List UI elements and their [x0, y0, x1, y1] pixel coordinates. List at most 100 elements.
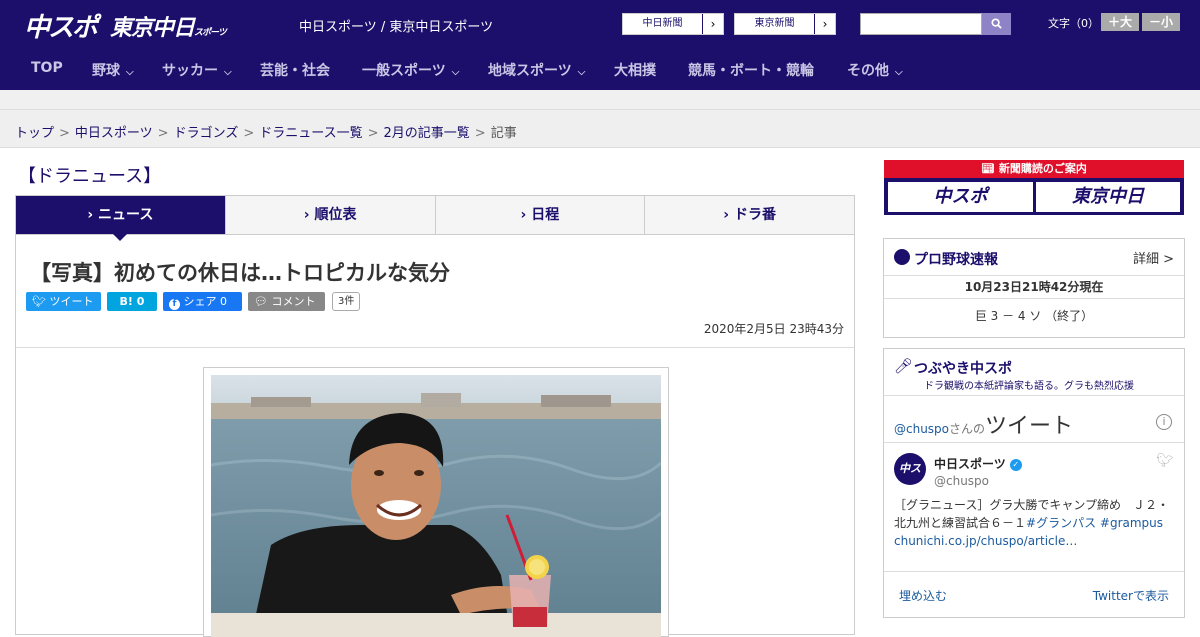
font-size-label: 文字（0）	[1048, 17, 1099, 30]
tweet-user-name-text: 中日スポーツ	[934, 457, 1006, 471]
font-bigger-button[interactable]: ＋大	[1101, 13, 1139, 31]
tab-label: 順位表	[314, 207, 357, 223]
search-icon	[991, 18, 1002, 29]
newspaper-icon: 📰︎	[981, 162, 996, 175]
search-button[interactable]	[982, 13, 1011, 35]
breadcrumb-dragons[interactable]: ドラゴンズ	[174, 126, 239, 141]
baseball-score-panel: プロ野球速報 詳細 > 10月23日21時42分現在 巨 3 － 4 ソ （終了…	[883, 238, 1185, 338]
tweet-user-handle[interactable]: @chuspo	[934, 474, 989, 488]
chevron-down-icon: ⌵	[126, 67, 134, 78]
nav-item-baseball[interactable]: 野球 ⌵	[92, 60, 134, 80]
timeline-account-link[interactable]: @chuspo	[894, 422, 949, 436]
tweet-panel-title: つぶやき中スポ	[914, 361, 1012, 377]
breadcrumb-separator: >	[59, 126, 70, 141]
tokyo-chunichi-logo[interactable]: 東京中日スポーツ	[110, 10, 227, 42]
timeline-account-suffix: さんの	[949, 422, 986, 436]
twitter-timeline-embed: @chuspoさんのツイート i 中ス 中日スポーツ ✓ @chuspo 🐦︎ ［…	[883, 395, 1185, 618]
hatena-bookmark-button[interactable]: B! 0	[107, 292, 157, 311]
article-datetime: 2020年2月5日 23時43分	[703, 322, 844, 336]
chuspo-logo[interactable]: 中スポ	[24, 7, 98, 44]
nav-label: 大相撲	[614, 63, 656, 79]
twitter-bird-icon[interactable]: 🐦︎	[1156, 453, 1174, 469]
nav-item-other[interactable]: その他 ⌵	[847, 60, 903, 80]
chevron-right-icon: ›	[723, 207, 734, 223]
chevron-down-icon: ⌵	[224, 67, 232, 78]
breadcrumb-separator: >	[474, 126, 486, 141]
tab-news[interactable]: › ニュース	[16, 196, 226, 241]
top-header: 中スポ 東京中日スポーツ 中日スポーツ / 東京中日スポーツ 中日新聞 › 東京…	[0, 0, 1200, 48]
tab-label: ニュース	[98, 207, 154, 223]
nav-label: 地域スポーツ	[488, 63, 572, 79]
speech-bubble-icon: 💬︎	[254, 295, 268, 308]
section-title: 【ドラニュース】	[18, 166, 162, 187]
chevron-down-icon: ⌵	[895, 67, 903, 78]
breadcrumb-dranews-list[interactable]: ドラニュース一覧	[259, 126, 362, 141]
tab-reporter[interactable]: › ドラ番	[645, 196, 854, 234]
tokyo-shimbun-link[interactable]: 東京新聞 ›	[734, 13, 836, 35]
facebook-share-label: シェア 0	[183, 295, 228, 308]
tab-label: 日程	[531, 207, 560, 223]
embed-link[interactable]: 埋め込む	[899, 587, 947, 604]
subscribe-chuspo-link[interactable]: 中スポ	[888, 182, 1033, 212]
breadcrumb-feb-articles[interactable]: 2月の記事一覧	[384, 126, 470, 141]
chevron-right-icon: ›	[520, 207, 532, 223]
hashtag-link[interactable]: #グランパス	[1026, 516, 1096, 530]
divider	[884, 442, 1184, 443]
info-icon[interactable]: i	[1156, 414, 1172, 430]
comment-count[interactable]: 3件	[332, 292, 361, 311]
nav-spacer	[0, 90, 1200, 110]
tweet-label: ツイート	[49, 295, 94, 308]
nav-item-soccer[interactable]: サッカー ⌵	[162, 60, 232, 80]
divider	[884, 571, 1184, 572]
chunichi-shimbun-link[interactable]: 中日新聞 ›	[622, 13, 724, 35]
nav-label: 競馬・ボート・競輪	[688, 63, 814, 79]
breadcrumb: トップ > 中日スポーツ > ドラゴンズ > ドラニュース一覧 >2月の記事一覧 > 記事	[0, 110, 1200, 148]
chevron-down-icon: ⌵	[577, 67, 586, 78]
nav-item-general-sports[interactable]: 一般スポーツ ⌵	[362, 60, 459, 80]
nav-label: 野球	[92, 63, 120, 79]
baseball-icon	[894, 249, 910, 265]
view-on-twitter-link[interactable]: Twitterで表示	[1093, 587, 1169, 604]
tweet-button[interactable]: 🐦︎ ツイート	[26, 292, 101, 311]
tab-standings[interactable]: › 順位表	[226, 196, 436, 234]
game-score[interactable]: 巨 3 － 4 ソ （終了）	[884, 307, 1184, 324]
baseball-detail-link[interactable]: 詳細 >	[1133, 248, 1174, 267]
hashtag-link[interactable]: #grampus	[1100, 516, 1163, 530]
subscription-header-label: 新聞購読のご案内	[998, 162, 1087, 175]
baseball-panel-title: プロ野球速報	[914, 252, 998, 268]
main-nav: TOP 野球 ⌵ サッカー ⌵ 芸能・社会 一般スポーツ ⌵ 地域スポーツ ⌵ 大相撲 …	[0, 48, 1200, 90]
comment-button[interactable]: 💬︎ コメント	[248, 292, 325, 311]
facebook-share-button[interactable]: f シェア 0	[163, 292, 242, 311]
nav-item-racing[interactable]: 競馬・ボート・競輪	[688, 60, 814, 80]
nav-label: サッカー	[162, 63, 218, 79]
site-name: 中日スポーツ / 東京中日スポーツ	[299, 20, 494, 35]
chevron-right-icon: ›	[87, 207, 99, 223]
avatar[interactable]: 中ス	[894, 453, 926, 485]
tweet-user-name[interactable]: 中日スポーツ ✓	[934, 455, 1022, 472]
chevron-right-icon: ›	[710, 17, 716, 31]
breadcrumb-chuspo[interactable]: 中日スポーツ	[75, 126, 153, 141]
section-tabs: › ニュース › 順位表 › 日程 › ドラ番	[15, 195, 855, 241]
nav-label: 芸能・社会	[260, 63, 330, 79]
tweet-panel-subtitle: ドラ観戦の本紙評論家も語る。グラも熱烈応援	[924, 381, 1134, 392]
article-photo[interactable]	[211, 375, 661, 637]
nav-item-sumo[interactable]: 大相撲	[614, 60, 656, 80]
nav-label: 一般スポーツ	[362, 63, 446, 79]
article-headline: 【写真】初めての休日は…トロピカルな気分	[30, 261, 450, 285]
subscribe-tokyo-chunichi-link[interactable]: 東京中日	[1036, 182, 1180, 212]
tweet-article-link[interactable]: chunichi.co.jp/chuspo/article…	[894, 534, 1077, 548]
photo-image	[211, 375, 661, 637]
nav-item-top[interactable]: TOP	[31, 60, 63, 76]
twitter-bird-icon: 🐦︎	[32, 295, 46, 308]
search-input[interactable]	[860, 13, 982, 35]
tab-schedule[interactable]: › 日程	[436, 196, 646, 234]
chunichi-shimbun-label: 中日新聞	[623, 14, 703, 34]
nav-item-entertainment[interactable]: 芸能・社会	[260, 60, 330, 80]
article-photo-frame	[203, 367, 669, 637]
font-smaller-button[interactable]: －小	[1142, 13, 1180, 31]
verified-badge-icon: ✓	[1009, 458, 1022, 471]
comment-label: コメント	[271, 295, 316, 308]
nav-item-local-sports[interactable]: 地域スポーツ ⌵	[488, 60, 585, 80]
breadcrumb-top[interactable]: トップ	[15, 126, 54, 141]
microphone-icon: 🎤︎	[894, 357, 914, 375]
